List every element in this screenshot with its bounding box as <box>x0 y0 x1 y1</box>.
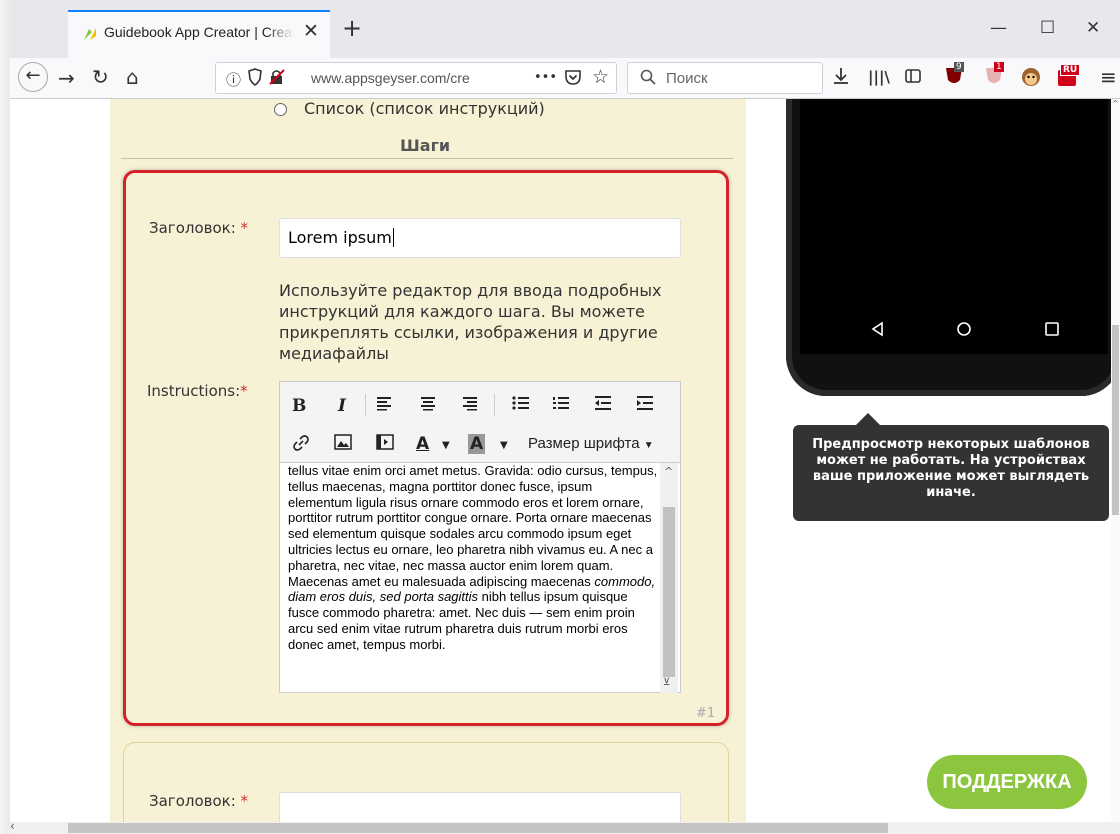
step-number: #1 <box>696 706 716 721</box>
reload-icon[interactable]: ↻ <box>92 65 109 89</box>
pocket-icon[interactable] <box>564 68 582 90</box>
scroll-left-icon[interactable]: ‹ <box>10 819 15 833</box>
menu-hamburger-icon[interactable]: ≡ <box>1100 65 1117 89</box>
ublock-extension-icon[interactable]: 9 <box>942 62 966 92</box>
shield-extension-icon[interactable]: 1 <box>982 62 1006 92</box>
outdent-icon[interactable] <box>594 395 612 416</box>
toolbar-separator <box>365 394 366 416</box>
title-input-value: Lorem ipsum <box>288 228 392 247</box>
tab-guidebook[interactable]: Guidebook App Creator | Create ✕ <box>68 10 330 58</box>
page-scrollbar[interactable]: ^ <box>1111 99 1120 822</box>
align-left-icon[interactable] <box>376 395 392 416</box>
text-cursor <box>392 228 394 247</box>
tab-title: Guidebook App Creator | Create <box>104 24 294 40</box>
steps-heading: Шаги <box>400 136 451 155</box>
new-tab-button[interactable]: + <box>342 14 362 42</box>
search-icon <box>640 69 656 89</box>
editor-scrollbar[interactable]: ^ ⊻ <box>660 463 678 693</box>
phone-preview-screen <box>800 99 1108 354</box>
extension-badge: 1 <box>994 62 1004 72</box>
font-color-button[interactable]: A <box>416 434 429 454</box>
toolbar-separator <box>494 394 495 416</box>
font-size-dropdown[interactable]: Размер шрифта ▼ <box>528 434 654 456</box>
required-mark: * <box>240 382 248 400</box>
required-mark: * <box>240 792 249 810</box>
title-input[interactable]: Lorem ipsum <box>279 218 681 258</box>
insecure-lock-icon[interactable] <box>268 68 286 90</box>
search-bar[interactable]: Поиск <box>627 62 823 94</box>
ru-extension-icon[interactable]: RU <box>1056 64 1081 92</box>
media-icon[interactable] <box>376 434 394 455</box>
bullet-list-icon[interactable] <box>512 395 530 416</box>
appsgeyser-favicon-icon <box>82 26 98 46</box>
extension-badge: 9 <box>954 62 964 72</box>
android-recents-icon <box>1044 321 1060 341</box>
background-color-button[interactable]: A <box>468 434 486 454</box>
download-icon[interactable] <box>832 67 850 89</box>
divider <box>121 158 733 159</box>
rich-text-editor: B I A ▼ A ▼ Размер шрифта ▼ tellus vitae… <box>279 381 681 693</box>
page-actions-menu[interactable]: ••• <box>534 70 557 85</box>
page-viewport: Список (список инструкций) Шаги Заголово… <box>10 99 1120 822</box>
library-icon[interactable]: |||\ <box>868 68 890 86</box>
editor-text: tellus vitae enim orci amet metus. Gravi… <box>288 463 658 589</box>
maximize-button[interactable]: ☐ <box>1040 18 1055 38</box>
numbered-list-icon[interactable] <box>552 395 570 416</box>
link-icon[interactable] <box>292 434 310 457</box>
tab-close-icon[interactable]: ✕ <box>303 20 319 42</box>
italic-button[interactable]: I <box>338 396 346 416</box>
scroll-up-icon[interactable]: ^ <box>664 465 673 478</box>
editor-help-text: Используйте редактор для ввода подробных… <box>279 281 662 363</box>
url-bar[interactable]: ⓘ www.appsgeyser.com/cre ••• ☆ <box>215 62 617 94</box>
chevron-down-icon: ▼ <box>643 440 654 451</box>
forward-arrow-icon[interactable]: → <box>58 66 75 90</box>
android-home-icon <box>956 321 972 341</box>
support-button[interactable]: ПОДДЕРЖКА <box>927 755 1087 809</box>
instructions-label: Instructions:* <box>147 382 248 400</box>
navigation-toolbar: ← → ↻ ⌂ ⓘ www.appsgeyser.com/cre ••• ☆ П… <box>10 58 1120 99</box>
ru-badge: RU <box>1060 64 1081 76</box>
shield-icon[interactable] <box>248 68 262 90</box>
tooltip-arrow <box>856 413 880 425</box>
horizontal-scrollbar[interactable]: ‹ <box>10 819 1120 834</box>
chevron-down-icon[interactable]: ▼ <box>442 436 450 456</box>
info-icon[interactable]: ⓘ <box>226 69 241 90</box>
horizontal-scrollbar-thumb[interactable] <box>68 823 888 833</box>
image-icon[interactable] <box>334 434 352 455</box>
minimize-button[interactable]: — <box>990 18 1007 38</box>
radio-list-label: Список (список инструкций) <box>304 99 545 118</box>
align-right-icon[interactable] <box>462 395 478 416</box>
required-mark: * <box>240 219 249 237</box>
page-scrollbar-thumb[interactable] <box>1112 325 1119 515</box>
radio-list-option[interactable] <box>274 103 287 116</box>
chevron-down-icon[interactable]: ▼ <box>500 436 508 456</box>
title-input-2[interactable] <box>279 792 681 822</box>
bookmark-star-icon[interactable]: ☆ <box>592 66 609 88</box>
home-icon[interactable]: ⌂ <box>126 65 139 89</box>
sidebar-icon[interactable] <box>904 67 922 89</box>
window-edge <box>0 0 10 834</box>
indent-icon[interactable] <box>636 395 654 416</box>
search-input[interactable]: Поиск <box>666 70 708 87</box>
preview-warning-tooltip: Предпросмотр некоторых шаблонов может не… <box>793 425 1109 521</box>
editor-content[interactable]: tellus vitae enim orci amet metus. Gravi… <box>288 463 658 693</box>
back-arrow-icon[interactable]: ← <box>18 62 48 92</box>
monkey-extension-icon[interactable] <box>1020 66 1042 92</box>
android-back-icon <box>870 321 886 341</box>
font-size-label: Размер шрифта <box>528 435 640 452</box>
editor-scrollbar-thumb[interactable] <box>663 507 675 677</box>
url-text: www.appsgeyser.com/cre <box>311 70 470 86</box>
scroll-up-icon[interactable]: ^ <box>1112 99 1119 108</box>
editor-toolbar: B I A ▼ A ▼ Размер шрифта ▼ <box>280 382 680 463</box>
close-window-button[interactable]: ✕ <box>1086 18 1100 38</box>
resize-handle-icon[interactable]: ⊻ <box>663 677 670 688</box>
bold-button[interactable]: B <box>292 396 306 416</box>
title-label: Заголовок: * <box>149 219 249 237</box>
tab-bar: Guidebook App Creator | Create ✕ + — ☐ ✕ <box>10 0 1120 58</box>
align-center-icon[interactable] <box>420 395 436 416</box>
title-label-2: Заголовок: * <box>149 792 249 810</box>
